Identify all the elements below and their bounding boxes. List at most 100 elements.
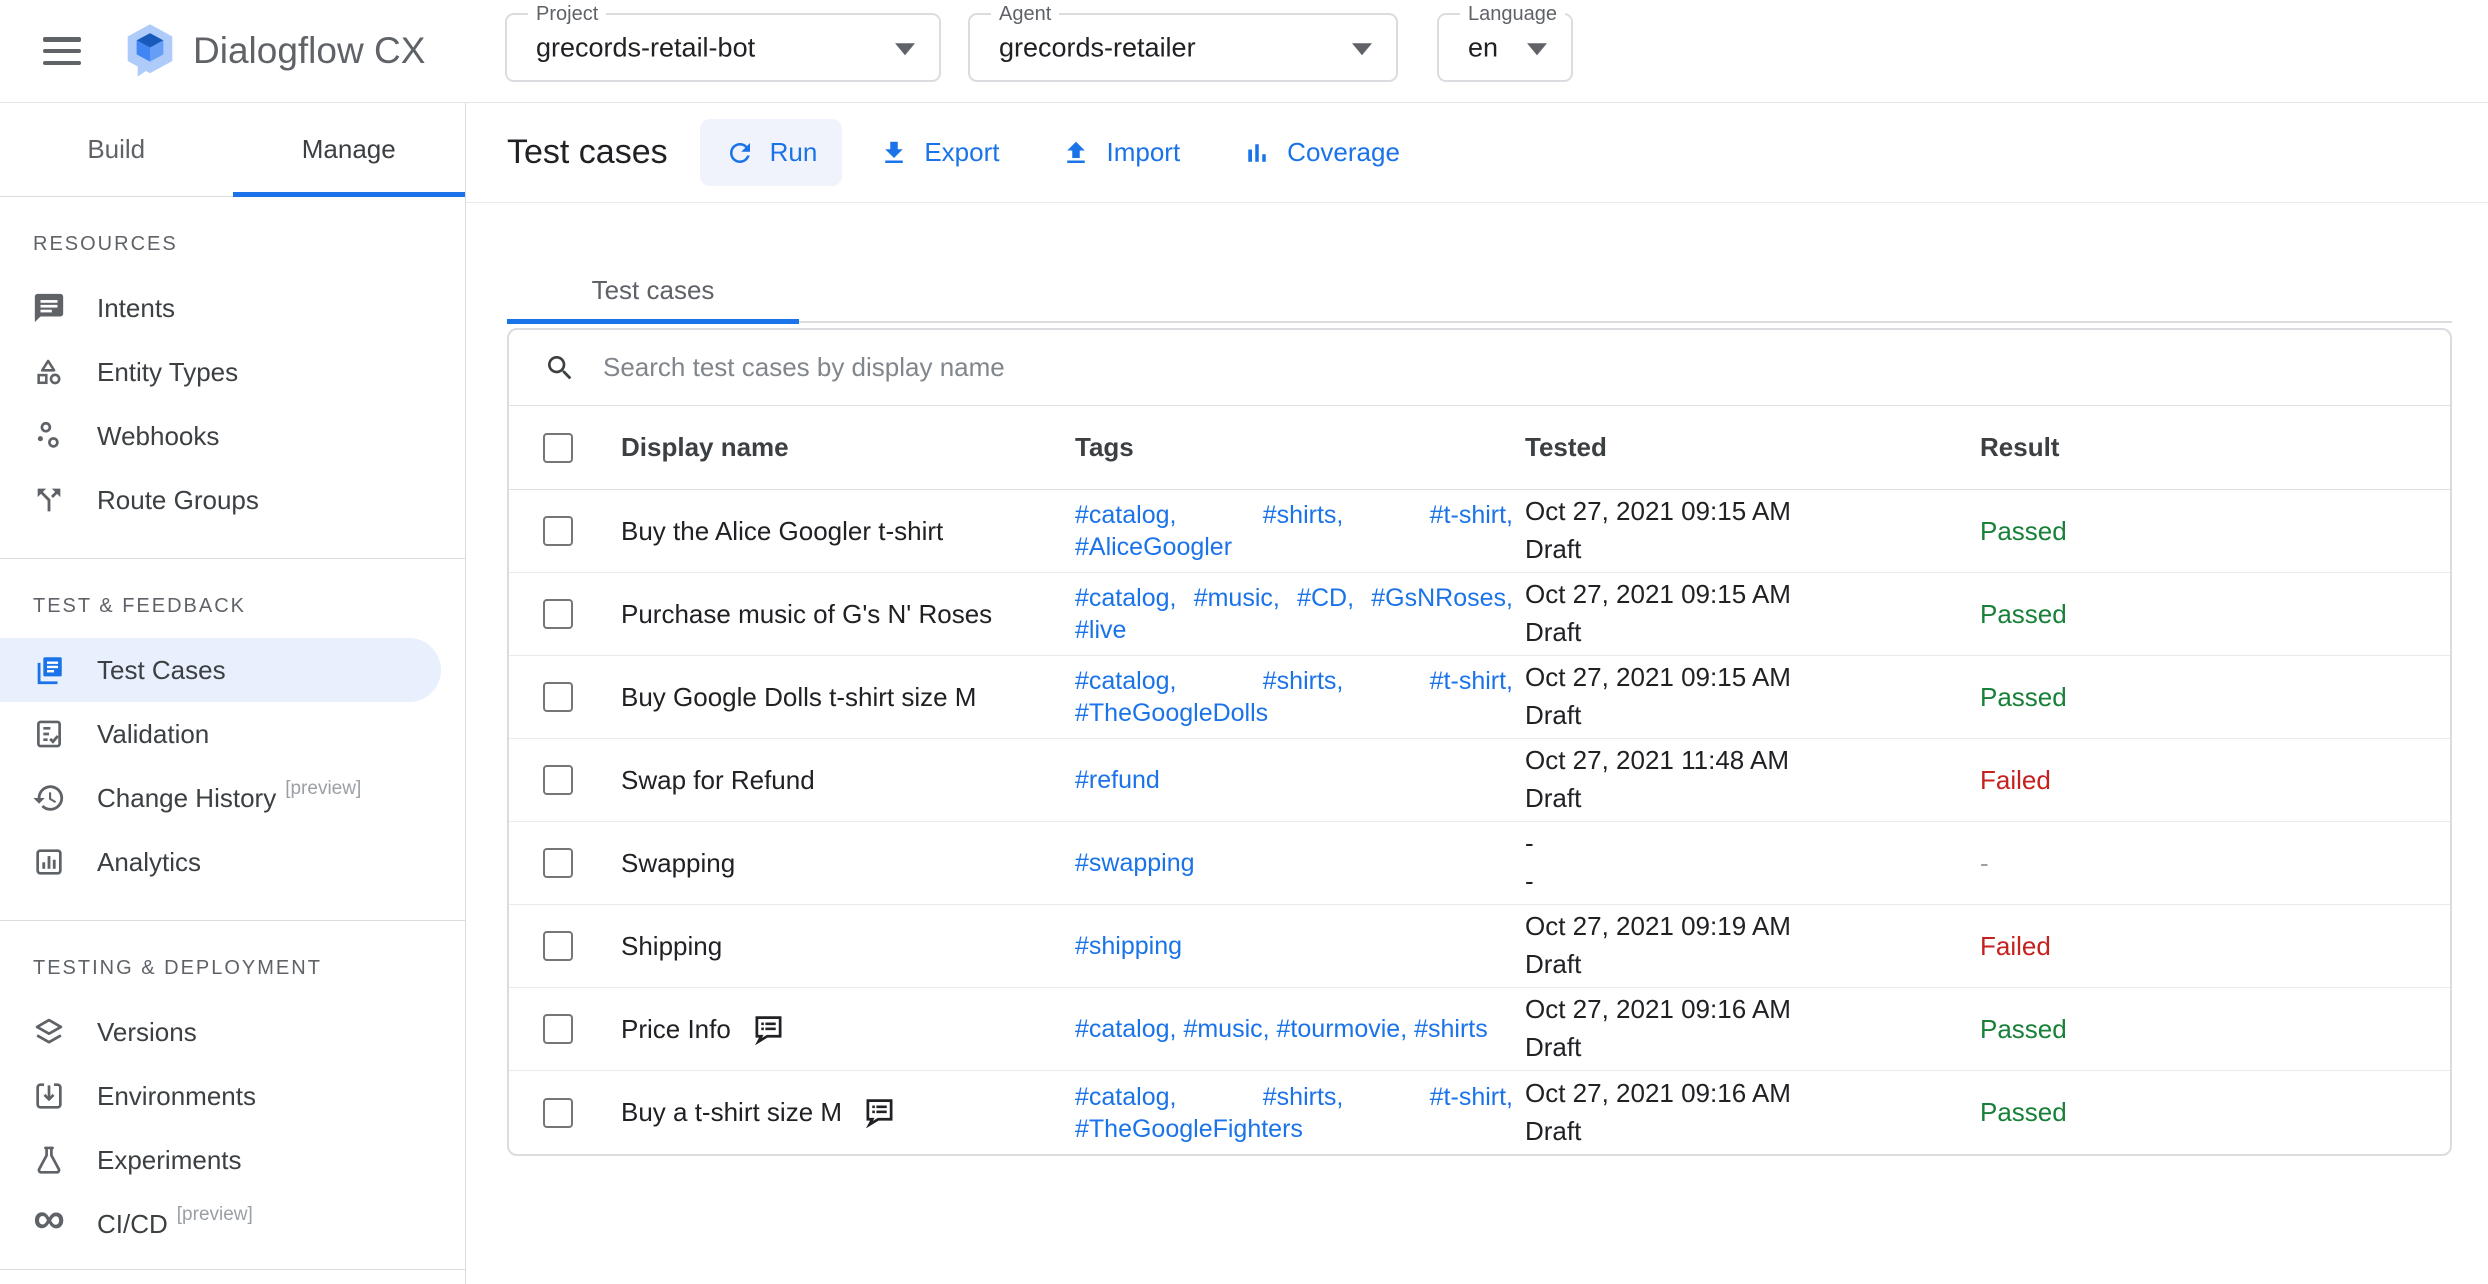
tag-link[interactable]: #CD [1297, 584, 1347, 612]
tested-cell: Oct 27, 2021 09:15 AM Draft [1525, 659, 1980, 734]
tested-cell: Oct 27, 2021 11:48 AM Draft [1525, 742, 1980, 817]
tag-link[interactable]: #catalog [1075, 584, 1170, 612]
tag-link[interactable]: #t-shirt [1430, 667, 1506, 695]
sidebar-item-label: Environments [97, 1080, 256, 1111]
tag-link[interactable]: #tourmovie [1277, 1015, 1401, 1043]
table-row[interactable]: Price Info #catalog, #music, #tourmovie, … [509, 988, 2450, 1071]
tested-date: - [1525, 828, 1534, 859]
search-input[interactable] [601, 351, 2420, 384]
sidebar-item-intents[interactable]: Intents [0, 276, 465, 340]
tag-link[interactable]: #t-shirt [1430, 1083, 1506, 1111]
tag-link[interactable]: #music [1194, 584, 1273, 612]
page-title: Test cases [507, 133, 668, 171]
tested-date: Oct 27, 2021 09:16 AM [1525, 994, 1791, 1025]
tab-test-cases[interactable]: Test cases [507, 259, 799, 324]
export-button[interactable]: Export [854, 119, 1024, 186]
table-row[interactable]: Buy Google Dolls t-shirt size M #catalog,… [509, 656, 2450, 739]
table-row[interactable]: Buy the Alice Googler t-shirt #catalog, #… [509, 490, 2450, 573]
row-checkbox[interactable] [543, 1014, 573, 1044]
chart-box-icon [32, 845, 66, 879]
note-chat-icon [864, 1097, 895, 1129]
split-arrows-icon [32, 483, 66, 517]
tag-link[interactable]: #catalog [1075, 1015, 1170, 1043]
table-row[interactable]: Shipping #shipping Oct 27, 2021 09:19 AM Dr… [509, 905, 2450, 988]
row-checkbox[interactable] [543, 516, 573, 546]
tag-link[interactable]: #GsNRoses [1371, 584, 1506, 612]
sidebar-item-versions[interactable]: Versions [0, 1000, 465, 1064]
language-select-label: Language [1460, 2, 1565, 26]
sidebar-tab-manage[interactable]: Manage [232, 103, 466, 197]
project-select-label: Project [528, 2, 607, 26]
tag-link[interactable]: #shirts [1263, 667, 1337, 695]
tag-link[interactable]: #catalog [1075, 667, 1170, 695]
tag-link[interactable]: #AliceGoogler [1075, 533, 1232, 561]
tag-link[interactable]: #catalog [1075, 501, 1170, 529]
tested-cell: -- [1525, 825, 1980, 900]
row-checkbox-cell [509, 931, 621, 961]
sidebar-tabs: Build Manage [0, 103, 465, 197]
sidebar-item-test-cases[interactable]: Test Cases [0, 638, 441, 702]
preview-badge: [preview] [176, 1204, 253, 1225]
agent-select[interactable]: Agent grecords-retailer [968, 2, 1398, 82]
sidebar-section: TESTING & DEPLOYMENT Versions Environments… [0, 920, 465, 1269]
sidebar-item-validation[interactable]: Validation [0, 702, 465, 766]
sidebar-tab-build[interactable]: Build [0, 103, 233, 196]
tested-date: Oct 27, 2021 09:15 AM [1525, 579, 1791, 610]
row-checkbox[interactable] [543, 1097, 573, 1128]
sidebar-item-ci-cd[interactable]: ∞ CI/CD [preview] [0, 1192, 465, 1256]
tag-link[interactable]: #swapping [1075, 849, 1195, 877]
sidebar-item-entity-types[interactable]: Entity Types [0, 340, 465, 404]
tag-link[interactable]: #t-shirt [1430, 501, 1506, 529]
sidebar-item-environments[interactable]: Environments [0, 1064, 465, 1128]
tags-cell: #catalog, #shirts, #t-shirt, #AliceGoogl… [1075, 501, 1513, 561]
tested-env: Draft [1525, 1032, 1582, 1062]
sidebar-item-route-groups[interactable]: Route Groups [0, 468, 465, 532]
sidebar-item-webhooks[interactable]: Webhooks [0, 404, 465, 468]
row-checkbox-cell [509, 599, 621, 629]
tag-link[interactable]: #shipping [1075, 932, 1182, 960]
tag-link[interactable]: #refund [1075, 766, 1160, 794]
sidebar-item-label: Entity Types [97, 356, 239, 387]
sidebar-item-analytics[interactable]: Analytics [0, 830, 465, 894]
tag-link[interactable]: #music [1183, 1015, 1262, 1043]
tag-link[interactable]: #TheGoogleFighters [1075, 1115, 1303, 1143]
row-checkbox[interactable] [543, 848, 573, 878]
tag-link[interactable]: #catalog [1075, 1083, 1170, 1111]
run-button[interactable]: Run [699, 119, 843, 186]
sidebar-item-label: Experiments [97, 1144, 242, 1175]
chat-bubble-icon [32, 291, 66, 325]
table-row[interactable]: Swapping #swapping - - - [509, 822, 2450, 905]
agent-select-value: grecords-retailer [999, 32, 1196, 62]
import-button[interactable]: Import [1036, 119, 1205, 186]
project-select[interactable]: Project grecords-retail-bot [505, 2, 941, 82]
coverage-button[interactable]: Coverage [1217, 119, 1425, 186]
tag-link[interactable]: #shirts [1263, 1083, 1337, 1111]
sidebar-item-label: Webhooks [97, 420, 220, 451]
table-row[interactable]: Swap for Refund #refund Oct 27, 2021 11:48… [509, 739, 2450, 822]
dialogflow-logo[interactable]: Dialogflow CX [123, 22, 425, 80]
table-row[interactable]: Buy a t-shirt size M #catalog, #shirts, #… [509, 1071, 2450, 1154]
scatter-nodes-icon [32, 419, 66, 453]
tag-link[interactable]: #shirts [1414, 1015, 1488, 1043]
row-checkbox[interactable] [543, 765, 573, 795]
result-text: Passed [1980, 681, 2067, 712]
refresh-icon [725, 138, 770, 168]
tested-cell: Oct 27, 2021 09:15 AM Draft [1525, 493, 1980, 568]
sidebar-item-experiments[interactable]: Experiments [0, 1128, 465, 1192]
hamburger-menu-icon[interactable] [43, 37, 81, 65]
select-all-checkbox[interactable] [543, 432, 573, 463]
column-header-result: Result [1980, 432, 2060, 462]
row-checkbox[interactable] [543, 931, 573, 961]
tag-link[interactable]: #live [1075, 616, 1126, 644]
sidebar-item-change-history[interactable]: Change History [preview] [0, 766, 465, 830]
display-name: Swap for Refund [621, 764, 815, 795]
language-select[interactable]: Language en [1437, 2, 1573, 82]
shapes-icon [32, 355, 66, 389]
tested-cell: Oct 27, 2021 09:19 AM Draft [1525, 908, 1980, 983]
tag-link[interactable]: #shirts [1263, 501, 1337, 529]
table-row[interactable]: Purchase music of G's N' Roses #catalog, … [509, 573, 2450, 656]
row-checkbox[interactable] [543, 682, 573, 712]
result-text: Failed [1980, 764, 2051, 795]
tag-link[interactable]: #TheGoogleDolls [1075, 699, 1268, 727]
row-checkbox[interactable] [543, 599, 573, 629]
